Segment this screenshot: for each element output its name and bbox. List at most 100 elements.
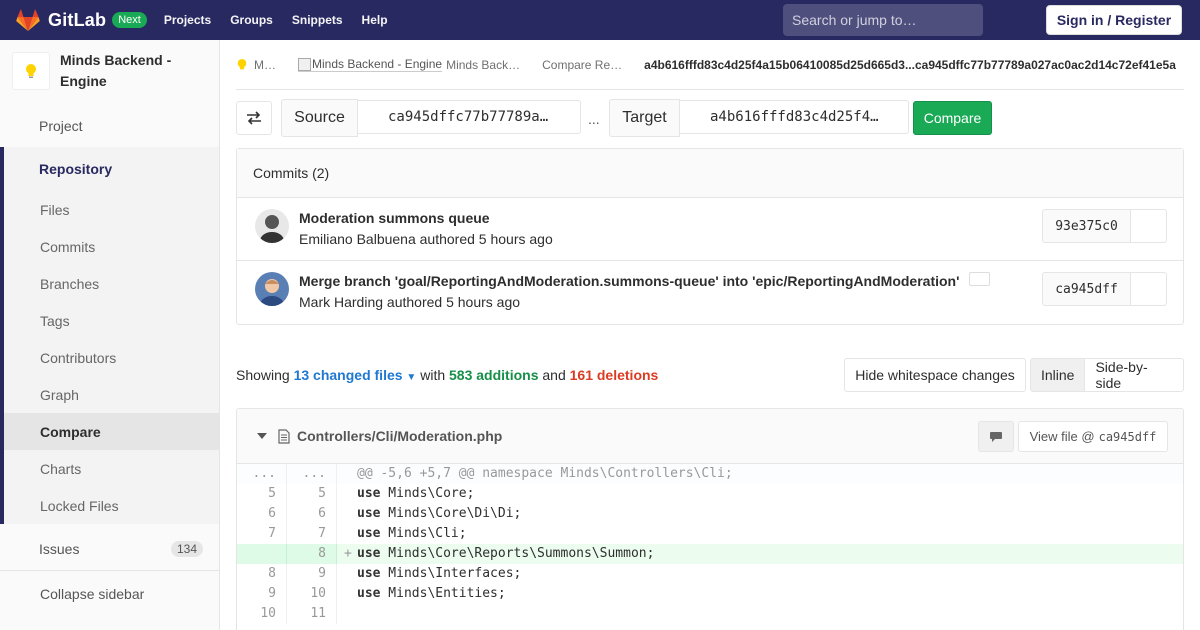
line-text: Minds\Interfaces; bbox=[380, 566, 522, 581]
changed-files-dropdown[interactable]: 13 changed files ▼ bbox=[294, 367, 417, 383]
diff-hunk-header: ... ... @@ -5,6 +5,7 @@ namespace Minds\… bbox=[237, 464, 1183, 484]
breadcrumb-current[interactable]: a4b616fffd83c4d25f4a15b06410085d25d665d3… bbox=[644, 58, 1176, 72]
sidebar-item-files[interactable]: Files bbox=[4, 191, 219, 228]
line-code: use Minds\Entities; bbox=[337, 584, 506, 604]
new-line-number[interactable]: 8 bbox=[287, 544, 337, 564]
search-input[interactable]: Search or jump to… bbox=[783, 4, 983, 36]
line-text: Minds\Cli; bbox=[380, 526, 467, 541]
target-ref-dropdown[interactable]: a4b616fffd83c4d25f4… bbox=[679, 100, 909, 134]
toggle-comments-button[interactable] bbox=[978, 421, 1014, 452]
project-name: Minds Backend - Engine bbox=[60, 52, 172, 89]
sidebar-item-contributors[interactable]: Contributors bbox=[4, 339, 219, 376]
new-line-number[interactable]: 5 bbox=[287, 484, 337, 504]
copy-sha-button[interactable] bbox=[1131, 209, 1167, 243]
target-label: Target bbox=[609, 99, 680, 137]
nav-snippets[interactable]: Snippets bbox=[292, 13, 343, 27]
next-badge[interactable]: Next bbox=[112, 12, 147, 28]
swap-revisions-button[interactable] bbox=[236, 101, 272, 135]
old-line-number[interactable]: 7 bbox=[237, 524, 287, 544]
commit-row: Moderation summons queue Emiliano Balbue… bbox=[237, 198, 1183, 261]
avatar[interactable] bbox=[255, 272, 289, 306]
keyword: use bbox=[357, 566, 381, 581]
changed-files-label: 13 changed files bbox=[293, 367, 403, 383]
sidebar-item-branches[interactable]: Branches bbox=[4, 265, 219, 302]
line-code: + use Minds\Core\Reports\Summons\Summon; bbox=[337, 544, 654, 564]
breadcrumb-group[interactable]: M… bbox=[236, 58, 276, 72]
collapse-caret-icon[interactable] bbox=[257, 433, 267, 439]
sidebar-group-repository: Repository Files Commits Branches Tags C… bbox=[0, 147, 219, 524]
nav-links: Projects Groups Snippets Help bbox=[164, 13, 407, 27]
breadcrumb-compare[interactable]: Compare Re… bbox=[542, 58, 622, 72]
old-line-number[interactable]: 9 bbox=[237, 584, 287, 604]
copy-sha-button[interactable] bbox=[1131, 272, 1167, 306]
nav-projects[interactable]: Projects bbox=[164, 13, 211, 27]
old-line-number[interactable]: 8 bbox=[237, 564, 287, 584]
project-header[interactable]: Minds Backend - Engine bbox=[0, 40, 219, 105]
sidebar-item-project[interactable]: Project bbox=[0, 105, 219, 147]
collapse-sidebar-button[interactable]: Collapse sidebar bbox=[0, 571, 219, 616]
user-avatar-icon bbox=[255, 272, 289, 306]
diff-line-added: 8 + use Minds\Core\Reports\Summons\Summon… bbox=[237, 544, 1183, 564]
sidebar-item-charts[interactable]: Charts bbox=[4, 450, 219, 487]
file-path[interactable]: Controllers/Cli/Moderation.php bbox=[297, 428, 502, 444]
broken-image-icon: Minds Backend - Engine bbox=[298, 57, 443, 72]
top-navbar: GitLab Next Projects Groups Snippets Hel… bbox=[0, 0, 1200, 40]
old-line-number[interactable]: 6 bbox=[237, 504, 287, 524]
sidebar-item-commits[interactable]: Commits bbox=[4, 228, 219, 265]
old-line-number[interactable]: ... bbox=[237, 464, 287, 484]
inline-view-button[interactable]: Inline bbox=[1030, 358, 1086, 392]
sidebar-item-graph[interactable]: Graph bbox=[4, 376, 219, 413]
sidebar-item-locked-files[interactable]: Locked Files bbox=[4, 487, 219, 524]
diff-lines: ... ... @@ -5,6 +5,7 @@ namespace Minds\… bbox=[237, 464, 1183, 624]
old-line-number[interactable] bbox=[237, 544, 287, 564]
new-line-number[interactable]: 10 bbox=[287, 584, 337, 604]
issues-label: Issues bbox=[39, 540, 80, 557]
nav-help[interactable]: Help bbox=[362, 13, 388, 27]
diff-line: 9 10 use Minds\Entities; bbox=[237, 584, 1183, 604]
sidebar-item-repository[interactable]: Repository bbox=[4, 147, 219, 191]
commit-sha[interactable]: ca945dff bbox=[1042, 272, 1131, 306]
new-line-number[interactable]: 11 bbox=[287, 604, 337, 624]
sidebar-item-issues[interactable]: Issues 134 bbox=[0, 527, 219, 571]
lightbulb-icon bbox=[26, 64, 36, 78]
and-text: and bbox=[542, 367, 566, 383]
diff-summary: Showing 13 changed files ▼ with 583 addi… bbox=[236, 367, 658, 383]
commit-title[interactable]: Merge branch 'goal/ReportingAndModeratio… bbox=[299, 273, 959, 289]
old-line-number[interactable]: 5 bbox=[237, 484, 287, 504]
diff-line: 7 7 use Minds\Cli; bbox=[237, 524, 1183, 544]
commit-sha-group: 93e375c0 bbox=[1042, 209, 1167, 243]
hide-whitespace-button[interactable]: Hide whitespace changes bbox=[844, 358, 1026, 392]
commit-row: Merge branch 'goal/ReportingAndModeratio… bbox=[237, 261, 1183, 324]
compare-form: Source ca945dffc77b77789a… ... Target a4… bbox=[236, 99, 1184, 137]
nav-groups[interactable]: Groups bbox=[230, 13, 273, 27]
breadcrumb: M… Minds Backend - Engine Minds Back… Co… bbox=[236, 40, 1184, 90]
expand-description-button[interactable] bbox=[969, 272, 990, 286]
new-line-number[interactable]: 9 bbox=[287, 564, 337, 584]
line-text: Minds\Core; bbox=[380, 486, 475, 501]
new-line-number[interactable]: ... bbox=[287, 464, 337, 484]
source-ref-dropdown[interactable]: ca945dffc77b77789a… bbox=[357, 100, 581, 134]
source-label: Source bbox=[281, 99, 358, 137]
line-code: use Minds\Interfaces; bbox=[337, 564, 521, 584]
compare-button[interactable]: Compare bbox=[913, 101, 992, 135]
signin-button[interactable]: Sign in / Register bbox=[1046, 5, 1182, 35]
deletions-count: 161 deletions bbox=[569, 367, 659, 383]
user-avatar-icon bbox=[255, 209, 289, 243]
side-by-side-button[interactable]: Side-by-side bbox=[1085, 358, 1184, 392]
new-line-number[interactable]: 7 bbox=[287, 524, 337, 544]
old-line-number[interactable]: 10 bbox=[237, 604, 287, 624]
line-code: use Minds\Core; bbox=[337, 484, 474, 504]
view-file-button[interactable]: View file @ ca945dff bbox=[1018, 421, 1168, 452]
breadcrumb-project[interactable]: Minds Backend - Engine Minds Back… bbox=[298, 57, 520, 72]
sidebar-item-tags[interactable]: Tags bbox=[4, 302, 219, 339]
new-line-number[interactable]: 6 bbox=[287, 504, 337, 524]
commit-sha[interactable]: 93e375c0 bbox=[1042, 209, 1131, 243]
gitlab-logo[interactable]: GitLab Next bbox=[16, 9, 147, 31]
line-text: Minds\Entities; bbox=[380, 586, 506, 601]
commit-title[interactable]: Moderation summons queue bbox=[299, 210, 490, 226]
project-avatar bbox=[12, 52, 50, 90]
avatar[interactable] bbox=[255, 209, 289, 243]
keyword: use bbox=[357, 546, 381, 561]
diff-line: 6 6 use Minds\Core\Di\Di; bbox=[237, 504, 1183, 524]
sidebar-item-compare[interactable]: Compare bbox=[4, 413, 219, 450]
